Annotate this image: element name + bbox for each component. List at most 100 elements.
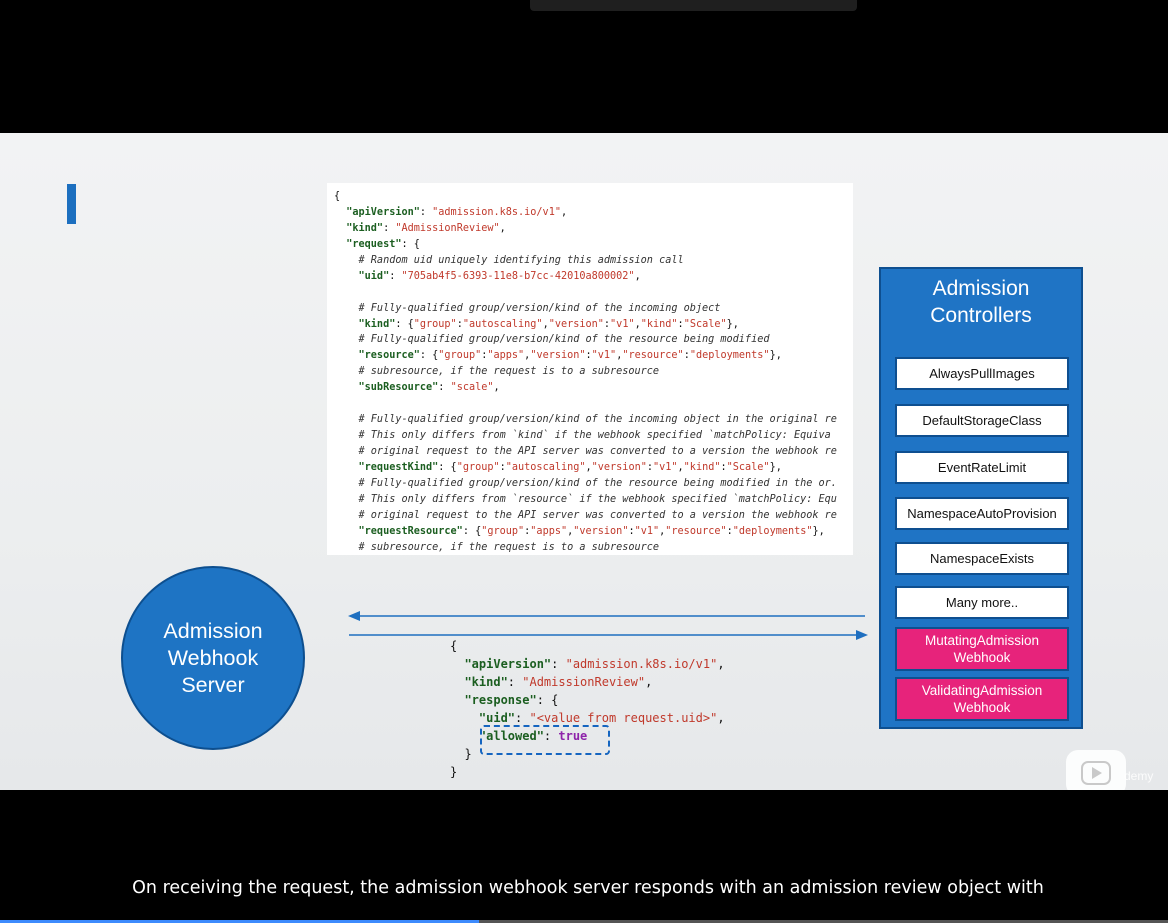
code-token: } <box>450 765 458 779</box>
code-line: "uid": "705ab4f5-6393-11e8-b7cc-42010a80… <box>327 269 853 285</box>
code-token: # Random uid uniquely identifying this a… <box>334 254 684 266</box>
player-logo[interactable] <box>1066 750 1126 790</box>
admission-controller-name: ValidatingAdmission <box>921 683 1043 698</box>
code-token: : <box>438 382 451 394</box>
code-token: , <box>634 270 641 282</box>
code-token: { <box>334 191 341 202</box>
code-line: { <box>327 189 853 205</box>
code-token: "subResource" <box>334 382 439 394</box>
code-line: # Fully-qualified group/version/kind of … <box>327 476 853 492</box>
code-token: "v1" <box>652 461 678 473</box>
admission-controllers-panel: Admission Controllers AlwaysPullImages De… <box>879 267 1083 729</box>
admission-controller-name-line2: Webhook <box>953 700 1011 715</box>
code-token: "v1" <box>610 318 635 330</box>
code-token: "version" <box>530 350 586 362</box>
code-token: "group" <box>413 318 457 330</box>
code-line: # original request to the API server was… <box>327 508 853 524</box>
admission-controller-item: MutatingAdmission Webhook <box>895 627 1069 671</box>
admission-controller-name: Many more.. <box>945 595 1019 610</box>
code-token: # This only differs from `resource` if t… <box>334 493 837 505</box>
code-token: # This only differs from `kind` if the w… <box>334 430 831 442</box>
code-token: : <box>551 657 566 671</box>
admission-controller-name: NamespaceAutoProvision <box>907 506 1057 521</box>
code-line: # subresource, if the request is to a su… <box>327 540 853 555</box>
admission-controllers-title-1: Admission <box>932 277 1030 300</box>
code-token: "resource" <box>622 350 684 362</box>
code-token: : { <box>401 238 420 250</box>
webhook-server-label-3: Server <box>181 672 245 697</box>
code-line: "subResource": "scale", <box>327 380 853 396</box>
code-line: "kind": "AdmissionReview", <box>450 673 850 691</box>
admission-controller-name: NamespaceExists <box>929 551 1035 566</box>
code-token: "uid" <box>450 711 516 725</box>
code-token: : <box>419 206 433 218</box>
code-token: : <box>507 675 523 689</box>
code-token: , <box>717 711 725 725</box>
code-token: : { <box>395 318 414 330</box>
code-token: "version" <box>548 318 604 330</box>
code-token: , <box>493 382 500 394</box>
code-token: "requestResource" <box>334 525 463 537</box>
code-token: "uid" <box>334 270 390 282</box>
admission-controllers-title-2: Controllers <box>930 304 1032 327</box>
code-line: # subresource, if the request is to a su… <box>327 364 853 380</box>
code-token: # subresource, if the request is to a su… <box>334 366 660 378</box>
code-token: : { <box>536 693 559 707</box>
code-token: "apps" <box>530 525 568 537</box>
admission-controller-item: EventRateLimit <box>895 451 1069 484</box>
code-token: : <box>515 711 530 725</box>
code-token: "<value from request.uid>" <box>529 711 718 725</box>
slide: { "apiVersion": "admission.k8s.io/v1", "… <box>0 133 1168 790</box>
code-token: "autoscaling" <box>505 461 586 473</box>
code-token: } <box>450 747 472 761</box>
response-arrow <box>348 611 865 621</box>
admission-controllers-title: Admission Controllers <box>881 275 1081 329</box>
admission-controller-name: EventRateLimit <box>937 460 1027 475</box>
code-token: "kind" <box>334 222 384 234</box>
code-token: "scale" <box>450 382 494 394</box>
code-token: : { <box>462 525 482 537</box>
code-line: "kind": "AdmissionReview", <box>327 221 853 237</box>
code-token: }, <box>769 350 782 362</box>
code-token: # original request to the API server was… <box>334 509 837 521</box>
code-token: "kind" <box>450 675 508 689</box>
code-token: "AdmissionReview" <box>522 675 646 689</box>
admission-response-json: { "apiVersion": "admission.k8s.io/v1", "… <box>450 637 850 787</box>
code-token: "response" <box>450 693 537 707</box>
code-token: , <box>717 657 725 671</box>
play-icon <box>1081 761 1111 785</box>
code-line: "requestKind": {"group":"autoscaling","v… <box>327 460 853 476</box>
code-token: "apiVersion" <box>334 206 420 218</box>
code-token: "version" <box>591 461 647 473</box>
code-line: "kind": {"group":"autoscaling","version"… <box>327 317 853 333</box>
player-watermark: demy <box>1124 769 1154 783</box>
code-token: # Fully-qualified group/version/kind of … <box>334 477 837 489</box>
code-token: "resource" <box>334 350 420 362</box>
code-token: # Fully-qualified group/version/kind of … <box>334 302 721 314</box>
code-line: # This only differs from `kind` if the w… <box>327 428 853 444</box>
admission-controller-item: AlwaysPullImages <box>895 357 1069 390</box>
code-line: "apiVersion": "admission.k8s.io/v1", <box>327 205 853 221</box>
webhook-server-label-2: Webhook <box>167 645 259 670</box>
admission-controller-item: ValidatingAdmission Webhook <box>895 677 1069 721</box>
code-line: # Random uid uniquely identifying this a… <box>327 253 853 269</box>
code-token: }, <box>769 461 782 473</box>
code-token: "resource" <box>665 525 727 537</box>
code-token: "AdmissionReview" <box>395 222 500 234</box>
code-token: "kind" <box>334 318 396 330</box>
code-token: "admission.k8s.io/v1" <box>565 657 718 671</box>
code-token: # original request to the API server was… <box>334 446 837 457</box>
code-token: : { <box>438 461 457 473</box>
code-token: , <box>560 206 568 218</box>
code-token: , <box>645 675 653 689</box>
code-token: "admission.k8s.io/v1" <box>432 206 561 218</box>
code-token: "kind" <box>683 461 721 473</box>
admission-controller-item: NamespaceAutoProvision <box>895 497 1069 530</box>
code-line: "resource": {"group":"apps","version":"v… <box>327 348 853 364</box>
code-line: "request": { <box>327 237 853 253</box>
code-token: "requestKind" <box>334 461 439 473</box>
code-line: "apiVersion": "admission.k8s.io/v1", <box>450 655 850 673</box>
admission-webhook-server: Admission Webhook Server <box>121 566 305 750</box>
code-line: # Fully-qualified group/version/kind of … <box>327 412 853 428</box>
